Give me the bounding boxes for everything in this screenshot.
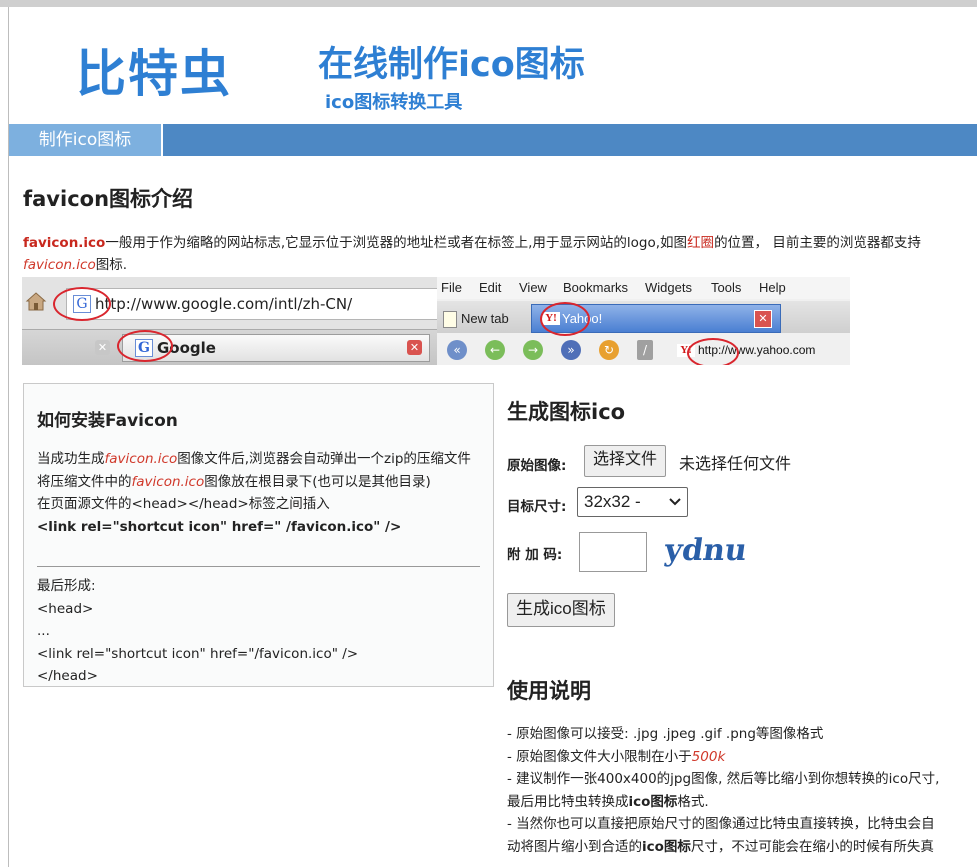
opera-toolbar: « ← → » ↻ / Y! http://www.yahoo.com xyxy=(437,335,850,365)
forward-icon: → xyxy=(523,340,543,360)
new-tab: New tab xyxy=(443,307,531,331)
nav-bar: 制作ico图标 xyxy=(9,124,977,156)
browser-menu-bar: File Edit View Bookmarks Widgets Tools H… xyxy=(437,277,850,299)
google-tab-bar: ✕ G Google ✕ xyxy=(22,329,437,365)
install-step-3: 在页面源文件的<head></head>标签之间插入 xyxy=(37,496,330,512)
highlight-ring-icon xyxy=(540,302,590,336)
install-step-1-b: 图像文件后,浏览器会自动弹出一个zip的压缩文件 xyxy=(177,451,471,467)
usage-line-2: - 原始图像文件大小限制在小于500k xyxy=(507,746,947,769)
usage-size-limit: 500k xyxy=(691,748,726,765)
install-step-1: 当成功生成favicon.ico图像文件后,浏览器会自动弹出一个zip的压缩文件 xyxy=(37,448,487,471)
generate-title: 生成图标ico xyxy=(507,400,626,424)
close-icon: ✕ xyxy=(754,310,772,328)
install-code-snippet: <link rel="shortcut icon" href=" /favico… xyxy=(37,518,402,535)
captcha-image[interactable]: ydnu xyxy=(664,528,754,572)
install-step-2-b: 图像放在根目录下(也可以是其他目录) xyxy=(204,473,431,490)
opera-like-browser: File Edit View Bookmarks Widgets Tools H… xyxy=(437,277,850,365)
intro-title: favicon图标介绍 xyxy=(23,187,194,211)
reload-icon: ↻ xyxy=(599,340,619,360)
rewind-icon: « xyxy=(447,340,467,360)
install-title: 如何安装Favicon xyxy=(37,411,178,431)
highlight-ring-icon xyxy=(117,330,173,362)
usage-title: 使用说明 xyxy=(507,679,591,703)
install-result: 最后形成: <head> ... <link rel="shortcut ico… xyxy=(37,575,487,688)
usage-line-4-bold: ico图标 xyxy=(642,838,691,855)
close-icon: ✕ xyxy=(95,340,110,355)
usage-line-1: - 原始图像可以接受: .jpg .jpeg .gif .png等图像格式 xyxy=(507,726,824,742)
menu-tools: Tools xyxy=(711,280,742,295)
favicon-example-screenshot: G http://www.google.com/intl/zh-CN/ ✕ G … xyxy=(22,277,850,365)
opera-tab-bar: New tab Y! Yahoo! ✕ xyxy=(437,301,850,333)
edit-icon: / xyxy=(637,340,653,360)
install-steps: 当成功生成favicon.ico图像文件后,浏览器会自动弹出一个zip的压缩文件… xyxy=(37,448,487,538)
usage-line-4: - 当然你也可以直接把原始尺寸的图像通过比特虫直接转换，比特虫会自动将图片缩小到… xyxy=(507,813,947,858)
menu-bookmarks: Bookmarks xyxy=(563,280,629,295)
captcha-text: ydnu xyxy=(664,533,749,568)
target-size-value: 32x32 - xyxy=(584,492,641,511)
captcha-input[interactable] xyxy=(579,532,647,572)
captcha-label: 附 加 码: xyxy=(507,547,563,563)
menu-help: Help xyxy=(759,280,786,295)
install-step-1-term: favicon.ico xyxy=(104,451,178,467)
file-status: 未选择任何文件 xyxy=(679,456,792,473)
install-result-line-2: ... xyxy=(37,623,50,639)
nav-tab-make-ico[interactable]: 制作ico图标 xyxy=(9,124,163,156)
install-step-1-a: 当成功生成 xyxy=(37,451,105,467)
target-size-select[interactable]: 32x32 - xyxy=(577,487,688,517)
intro-term: favicon.ico xyxy=(23,235,106,251)
usage-list: - 原始图像可以接受: .jpg .jpeg .gif .png等图像格式 - … xyxy=(507,723,947,859)
document-icon xyxy=(443,311,457,329)
install-step-2: 将压缩文件中的favicon.ico图像放在根目录下(也可以是其他目录) xyxy=(37,471,487,494)
menu-file: File xyxy=(441,280,462,295)
install-result-line-1: <head> xyxy=(37,600,94,617)
usage-line-3: - 建议制作一张400x400的jpg图像, 然后等比缩小到你想转换的ico尺寸… xyxy=(507,768,947,813)
google-url-text: http://www.google.com/intl/zh-CN/ xyxy=(95,295,353,313)
chrome-like-browser: G http://www.google.com/intl/zh-CN/ ✕ G … xyxy=(22,277,438,365)
usage-line-4-b: 尺寸，不过可能会在缩小的时候有所失真 xyxy=(690,838,934,855)
install-step-2-a: 将压缩文件中的 xyxy=(37,473,132,490)
menu-edit: Edit xyxy=(479,280,502,295)
chevron-down-icon xyxy=(669,488,681,526)
source-image-label: 原始图像: xyxy=(507,458,567,474)
install-result-line-4: </head> xyxy=(37,668,98,684)
install-step-2-term: favicon.ico xyxy=(131,473,205,490)
install-result-label: 最后形成: xyxy=(37,578,96,594)
target-size-label: 目标尺寸: xyxy=(507,499,567,515)
intro-text-3: 图标. xyxy=(95,257,128,273)
generate-ico-button[interactable]: 生成ico图标 xyxy=(507,593,615,627)
new-tab-label: New tab xyxy=(461,311,509,326)
intro-text-1: 一般用于作为缩略的网站标志,它显示位于浏览器的地址栏或者在标签上,用于显示网站的… xyxy=(105,235,688,251)
menu-widgets: Widgets xyxy=(645,280,692,295)
install-instructions-box: 如何安装Favicon 当成功生成favicon.ico图像文件后,浏览器会自动… xyxy=(23,383,494,687)
choose-file-button[interactable]: 选择文件 xyxy=(584,445,667,477)
divider xyxy=(37,566,480,567)
fast-forward-icon: » xyxy=(561,340,581,360)
menu-view: View xyxy=(519,280,547,295)
highlight-ring-icon xyxy=(687,338,739,365)
back-icon: ← xyxy=(485,340,505,360)
home-icon xyxy=(25,292,47,311)
intro-term-2: favicon.ico xyxy=(23,257,96,273)
usage-line-2-a: - 原始图像文件大小限制在小于 xyxy=(507,748,692,765)
highlight-ring-icon xyxy=(53,287,111,321)
close-icon: ✕ xyxy=(407,340,422,355)
google-url-bar: G http://www.google.com/intl/zh-CN/ xyxy=(66,288,438,320)
site-title: 在线制作ico图标 xyxy=(318,45,585,85)
intro-red-word: 红圈 xyxy=(687,235,715,251)
install-result-line-3: <link rel="shortcut icon" href="/favicon… xyxy=(37,645,359,662)
usage-line-3-a: - 建议制作一张400x400的jpg图像, 然后等比缩小到你想转换的ico尺寸… xyxy=(507,771,940,810)
site-subtitle: ico图标转换工具 xyxy=(325,92,463,113)
usage-line-3-bold: ico图标 xyxy=(628,793,678,810)
intro-text-2: 的位置， 目前主要的浏览器都支持 xyxy=(714,235,921,251)
usage-line-3-b: 格式. xyxy=(677,793,709,810)
site-logo[interactable]: 比特虫 xyxy=(76,34,232,106)
intro-paragraph: favicon.ico一般用于作为缩略的网站标志,它显示位于浏览器的地址栏或者在… xyxy=(23,232,968,276)
